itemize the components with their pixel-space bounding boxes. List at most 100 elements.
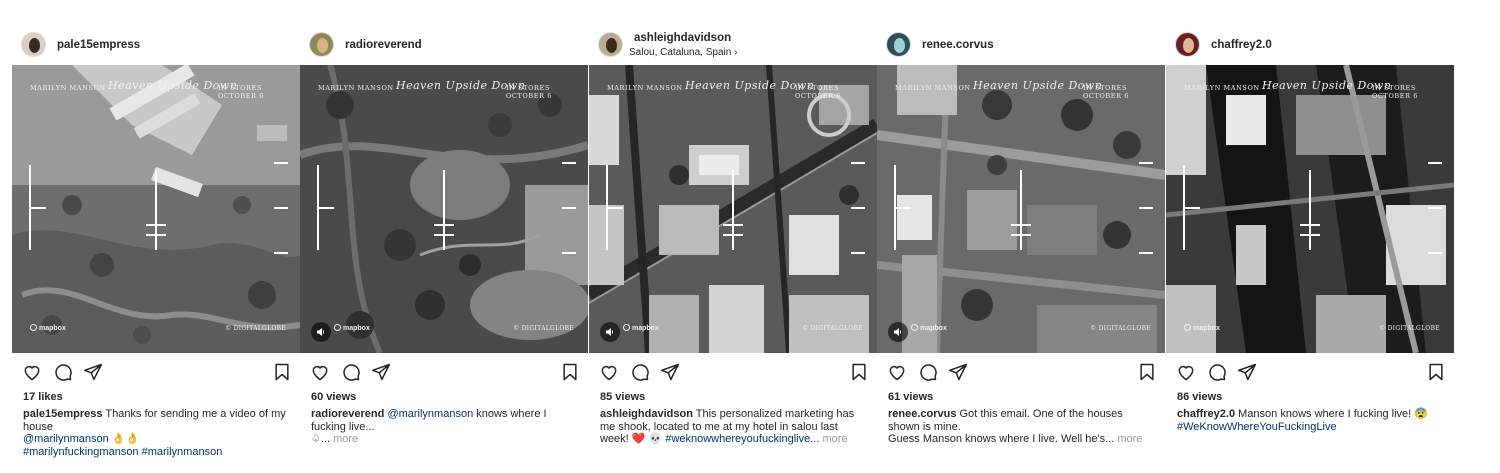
post-actions <box>1166 360 1454 384</box>
caption-username[interactable]: pale15empress <box>23 408 103 420</box>
heart-icon[interactable] <box>310 362 330 382</box>
post-actions <box>589 360 877 384</box>
bookmark-icon[interactable] <box>1426 362 1446 382</box>
post-header: radioreverend <box>300 28 588 62</box>
heart-icon[interactable] <box>887 362 907 382</box>
overlay-release: IN STORES OCTOBER 6 <box>1083 84 1129 100</box>
overlay-artist: MARILYN MANSON <box>895 84 971 92</box>
speaker-icon[interactable] <box>888 322 908 342</box>
post-pale15empress: pale15empress MARILYN MANSON Heaven Upsi… <box>12 0 300 473</box>
caption-text-more: Guess Manson knows where I live. Well he… <box>888 433 1115 445</box>
post-actions <box>877 360 1165 384</box>
post-actions <box>12 360 300 384</box>
more-link[interactable]: more <box>822 433 847 445</box>
heart-icon[interactable] <box>599 362 619 382</box>
avatar[interactable] <box>21 32 46 57</box>
caption-emoji: ❤️ 💀 <box>631 433 663 445</box>
post-video[interactable]: MARILYN MANSON Heaven Upside Down IN STO… <box>12 65 300 353</box>
post-username[interactable]: renee.corvus <box>922 39 994 51</box>
caption-hashtag[interactable]: #WeKnowWhereYouFuckingLive <box>1177 421 1337 433</box>
post-caption: ashleighdavidson This personalized marke… <box>600 408 868 446</box>
bookmark-icon[interactable] <box>272 362 292 382</box>
caption-mention[interactable]: @marilynmanson <box>387 408 473 420</box>
heart-icon[interactable] <box>1176 362 1196 382</box>
overlay-artist: MARILYN MANSON <box>607 84 683 92</box>
chevron-right-icon: › <box>734 47 738 58</box>
comment-icon[interactable] <box>53 362 73 382</box>
comment-icon[interactable] <box>1207 362 1227 382</box>
post-username[interactable]: pale15empress <box>57 39 140 51</box>
comment-icon[interactable] <box>918 362 938 382</box>
view-count[interactable]: 85 views <box>600 391 645 403</box>
overlay-artist: MARILYN MANSON <box>30 84 106 92</box>
caption-username[interactable]: chaffrey2.0 <box>1177 408 1235 420</box>
caption-hashtags[interactable]: #marilynfuckingmanson #marilynmanson <box>23 446 222 458</box>
share-icon[interactable] <box>948 362 968 382</box>
comment-icon[interactable] <box>630 362 650 382</box>
more-link[interactable]: more <box>333 433 358 445</box>
comment-icon[interactable] <box>341 362 361 382</box>
share-icon[interactable] <box>660 362 680 382</box>
post-header: chaffrey2.0 <box>1166 28 1454 62</box>
post-username[interactable]: ashleighdavidson <box>634 32 731 44</box>
post-username[interactable]: radioreverend <box>345 39 422 51</box>
satellite-map-image <box>1166 65 1454 353</box>
caption-hashtag[interactable]: #weknowwhereyoufuckinglive... <box>665 433 819 445</box>
caption-mention[interactable]: @marilynmanson <box>23 433 109 445</box>
mapbox-credit: mapbox <box>911 324 947 332</box>
avatar[interactable] <box>886 32 911 57</box>
instagram-post-strip: pale15empress MARILYN MANSON Heaven Upsi… <box>12 0 1455 473</box>
overlay-release: IN STORES OCTOBER 6 <box>506 84 552 100</box>
digitalglobe-credit: © DIGITALGLOBE <box>513 325 574 332</box>
avatar[interactable] <box>1175 32 1200 57</box>
bookmark-icon[interactable] <box>849 362 869 382</box>
speaker-icon[interactable] <box>600 322 620 342</box>
caption-text: Manson knows where I fucking live! <box>1238 408 1412 420</box>
share-icon[interactable] <box>1237 362 1257 382</box>
post-video[interactable]: MARILYN MANSON Heaven Upside Down IN STO… <box>877 65 1165 353</box>
post-video[interactable]: MARILYN MANSON Heaven Upside Down IN STO… <box>300 65 588 353</box>
bookmark-icon[interactable] <box>560 362 580 382</box>
mapbox-credit: mapbox <box>30 324 66 332</box>
post-caption: chaffrey2.0 Manson knows where I fucking… <box>1177 408 1445 433</box>
caption-emoji: 👌👌 <box>111 433 140 445</box>
satellite-map-image <box>300 65 588 353</box>
overlay-artist: MARILYN MANSON <box>1184 84 1260 92</box>
caption-username[interactable]: radioreverend <box>311 408 384 420</box>
post-header: renee.corvus <box>877 28 1165 62</box>
post-video[interactable]: MARILYN MANSON Heaven Upside Down IN STO… <box>1166 65 1454 353</box>
bookmark-icon[interactable] <box>1137 362 1157 382</box>
post-chaffrey2-0: chaffrey2.0 MARILYN MANSON Heaven Upside… <box>1166 0 1454 473</box>
post-username[interactable]: chaffrey2.0 <box>1211 39 1272 51</box>
speaker-icon[interactable] <box>311 322 331 342</box>
album-overlay: MARILYN MANSON Heaven Upside Down IN STO… <box>589 79 877 100</box>
post-caption: radioreverend @marilynmanson knows where… <box>311 408 579 446</box>
post-video[interactable]: MARILYN MANSON Heaven Upside Down IN STO… <box>589 65 877 353</box>
satellite-map-image <box>877 65 1165 353</box>
share-icon[interactable] <box>371 362 391 382</box>
album-overlay: MARILYN MANSON Heaven Upside Down IN STO… <box>1166 79 1454 100</box>
more-link[interactable]: more <box>1117 433 1142 445</box>
post-location[interactable]: Salou, Cataluna, Spain › <box>629 47 737 58</box>
post-caption: renee.corvus Got this email. One of the … <box>888 408 1156 446</box>
digitalglobe-credit: © DIGITALGLOBE <box>802 325 863 332</box>
view-count[interactable]: 61 views <box>888 391 933 403</box>
like-count[interactable]: 17 likes <box>23 391 63 403</box>
caption-username[interactable]: renee.corvus <box>888 408 956 420</box>
location-text: Salou, Cataluna, Spain <box>629 47 732 58</box>
view-count[interactable]: 86 views <box>1177 391 1222 403</box>
heart-icon[interactable] <box>22 362 42 382</box>
mapbox-credit: mapbox <box>623 324 659 332</box>
overlay-release: IN STORES OCTOBER 6 <box>1372 84 1418 100</box>
caption-username[interactable]: ashleighdavidson <box>600 408 693 420</box>
post-ashleighdavidson: ashleighdavidson Salou, Cataluna, Spain … <box>589 0 877 473</box>
avatar[interactable] <box>309 32 334 57</box>
caption-emoji: ♤... <box>311 433 331 445</box>
share-icon[interactable] <box>83 362 103 382</box>
post-renee-corvus: renee.corvus MARILYN MANSON Heaven Upsid… <box>877 0 1165 473</box>
avatar[interactable] <box>598 32 623 57</box>
digitalglobe-credit: © DIGITALGLOBE <box>1090 325 1151 332</box>
overlay-artist: MARILYN MANSON <box>318 84 394 92</box>
view-count[interactable]: 60 views <box>311 391 356 403</box>
post-header: pale15empress <box>12 28 300 62</box>
